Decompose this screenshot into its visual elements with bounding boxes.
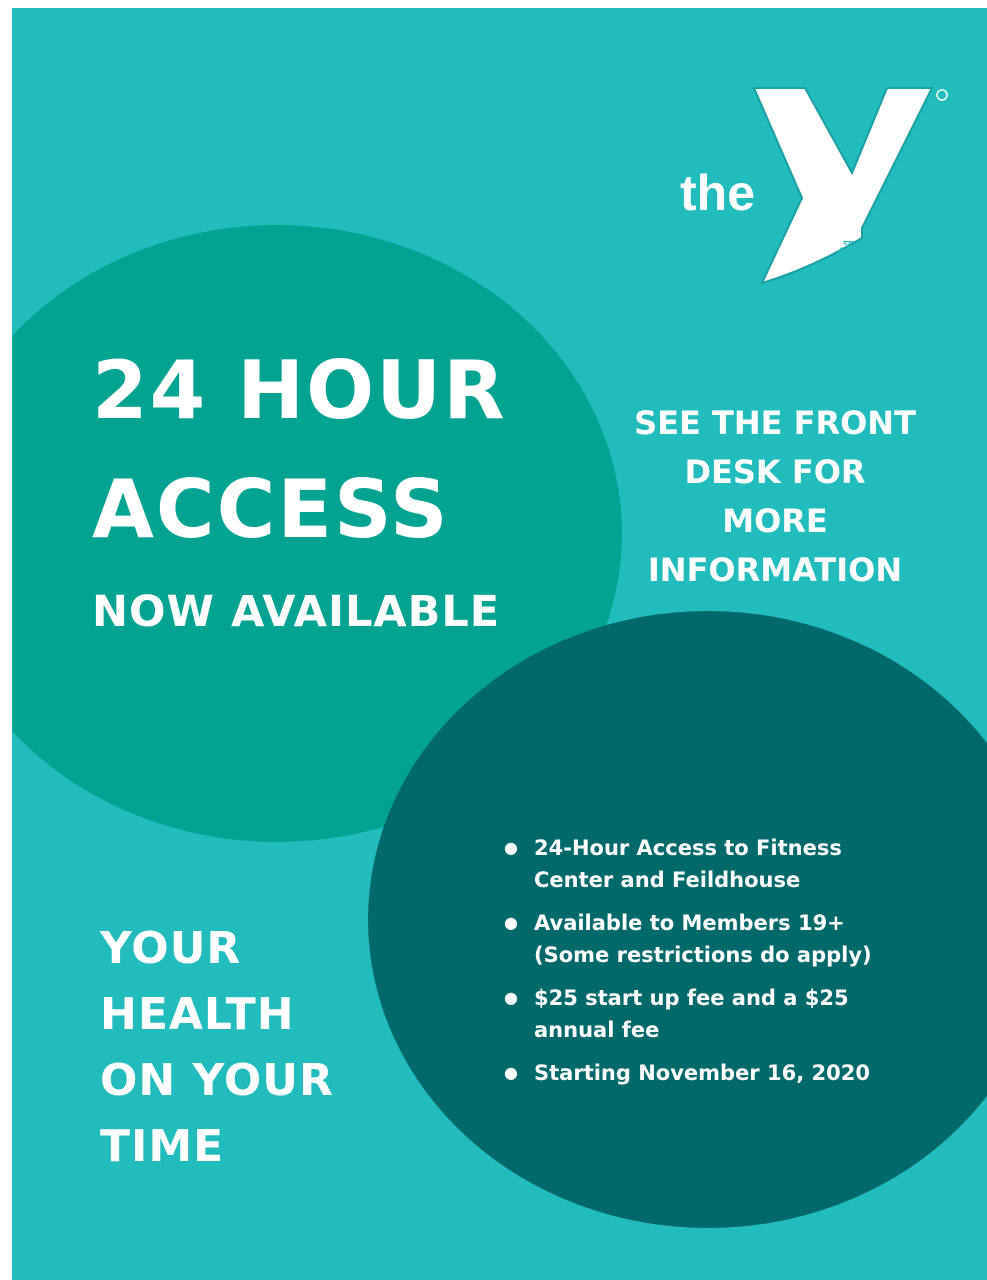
front-desk-note: SEE THE FRONT DESK FOR MORE INFORMATION — [624, 399, 926, 595]
slogan: YOUR HEALTH ON YOUR TIME — [100, 916, 334, 1180]
logo-word: the — [680, 165, 755, 221]
headline-line-3: NOW AVAILABLE — [92, 587, 501, 637]
ymca-logo-graphic: the YMCA — [680, 87, 948, 285]
headline-line-2: ACCESS — [92, 463, 450, 556]
slogan-line: YOUR — [100, 923, 242, 974]
front-desk-line: SEE THE FRONT — [634, 404, 916, 442]
list-item-line: Available to Members 19+ — [534, 911, 845, 935]
registered-icon — [936, 89, 948, 101]
benefits-list: ● 24-Hour Access to Fitness Center and F… — [500, 832, 920, 1100]
front-desk-line: INFORMATION — [647, 551, 903, 589]
headline-line-1: 24 HOUR — [92, 344, 507, 437]
list-item-line: annual fee — [534, 1018, 660, 1042]
list-item: ● Starting November 16, 2020 — [500, 1057, 920, 1089]
bullet-icon: ● — [504, 913, 518, 932]
list-item-line: Starting November 16, 2020 — [534, 1061, 870, 1085]
bullet-icon: ● — [504, 1063, 518, 1082]
list-item: ● Available to Members 19+ (Some restric… — [500, 907, 920, 971]
list-item-line: $25 start up fee and a $25 — [534, 986, 849, 1010]
front-desk-line: DESK FOR — [684, 453, 866, 491]
front-desk-line: MORE — [722, 502, 828, 540]
list-item: ● $25 start up fee and a $25 annual fee — [500, 982, 920, 1046]
list-item-line: Center and Feildhouse — [534, 868, 801, 892]
slogan-line: ON YOUR — [100, 1055, 334, 1106]
list-item-line: (Some restrictions do apply) — [534, 943, 872, 967]
list-item-line: 24-Hour Access to Fitness — [534, 836, 842, 860]
slogan-line: HEALTH — [100, 989, 295, 1040]
slogan-line: TIME — [100, 1121, 225, 1172]
list-item: ● 24-Hour Access to Fitness Center and F… — [500, 832, 920, 896]
bullet-icon: ● — [504, 988, 518, 1007]
poster: the YMCA 24 HOUR ACCESS NOW AVAILABLE SE… — [12, 8, 987, 1280]
ymca-logo: the YMCA — [662, 78, 952, 293]
bullet-icon: ● — [504, 838, 518, 857]
